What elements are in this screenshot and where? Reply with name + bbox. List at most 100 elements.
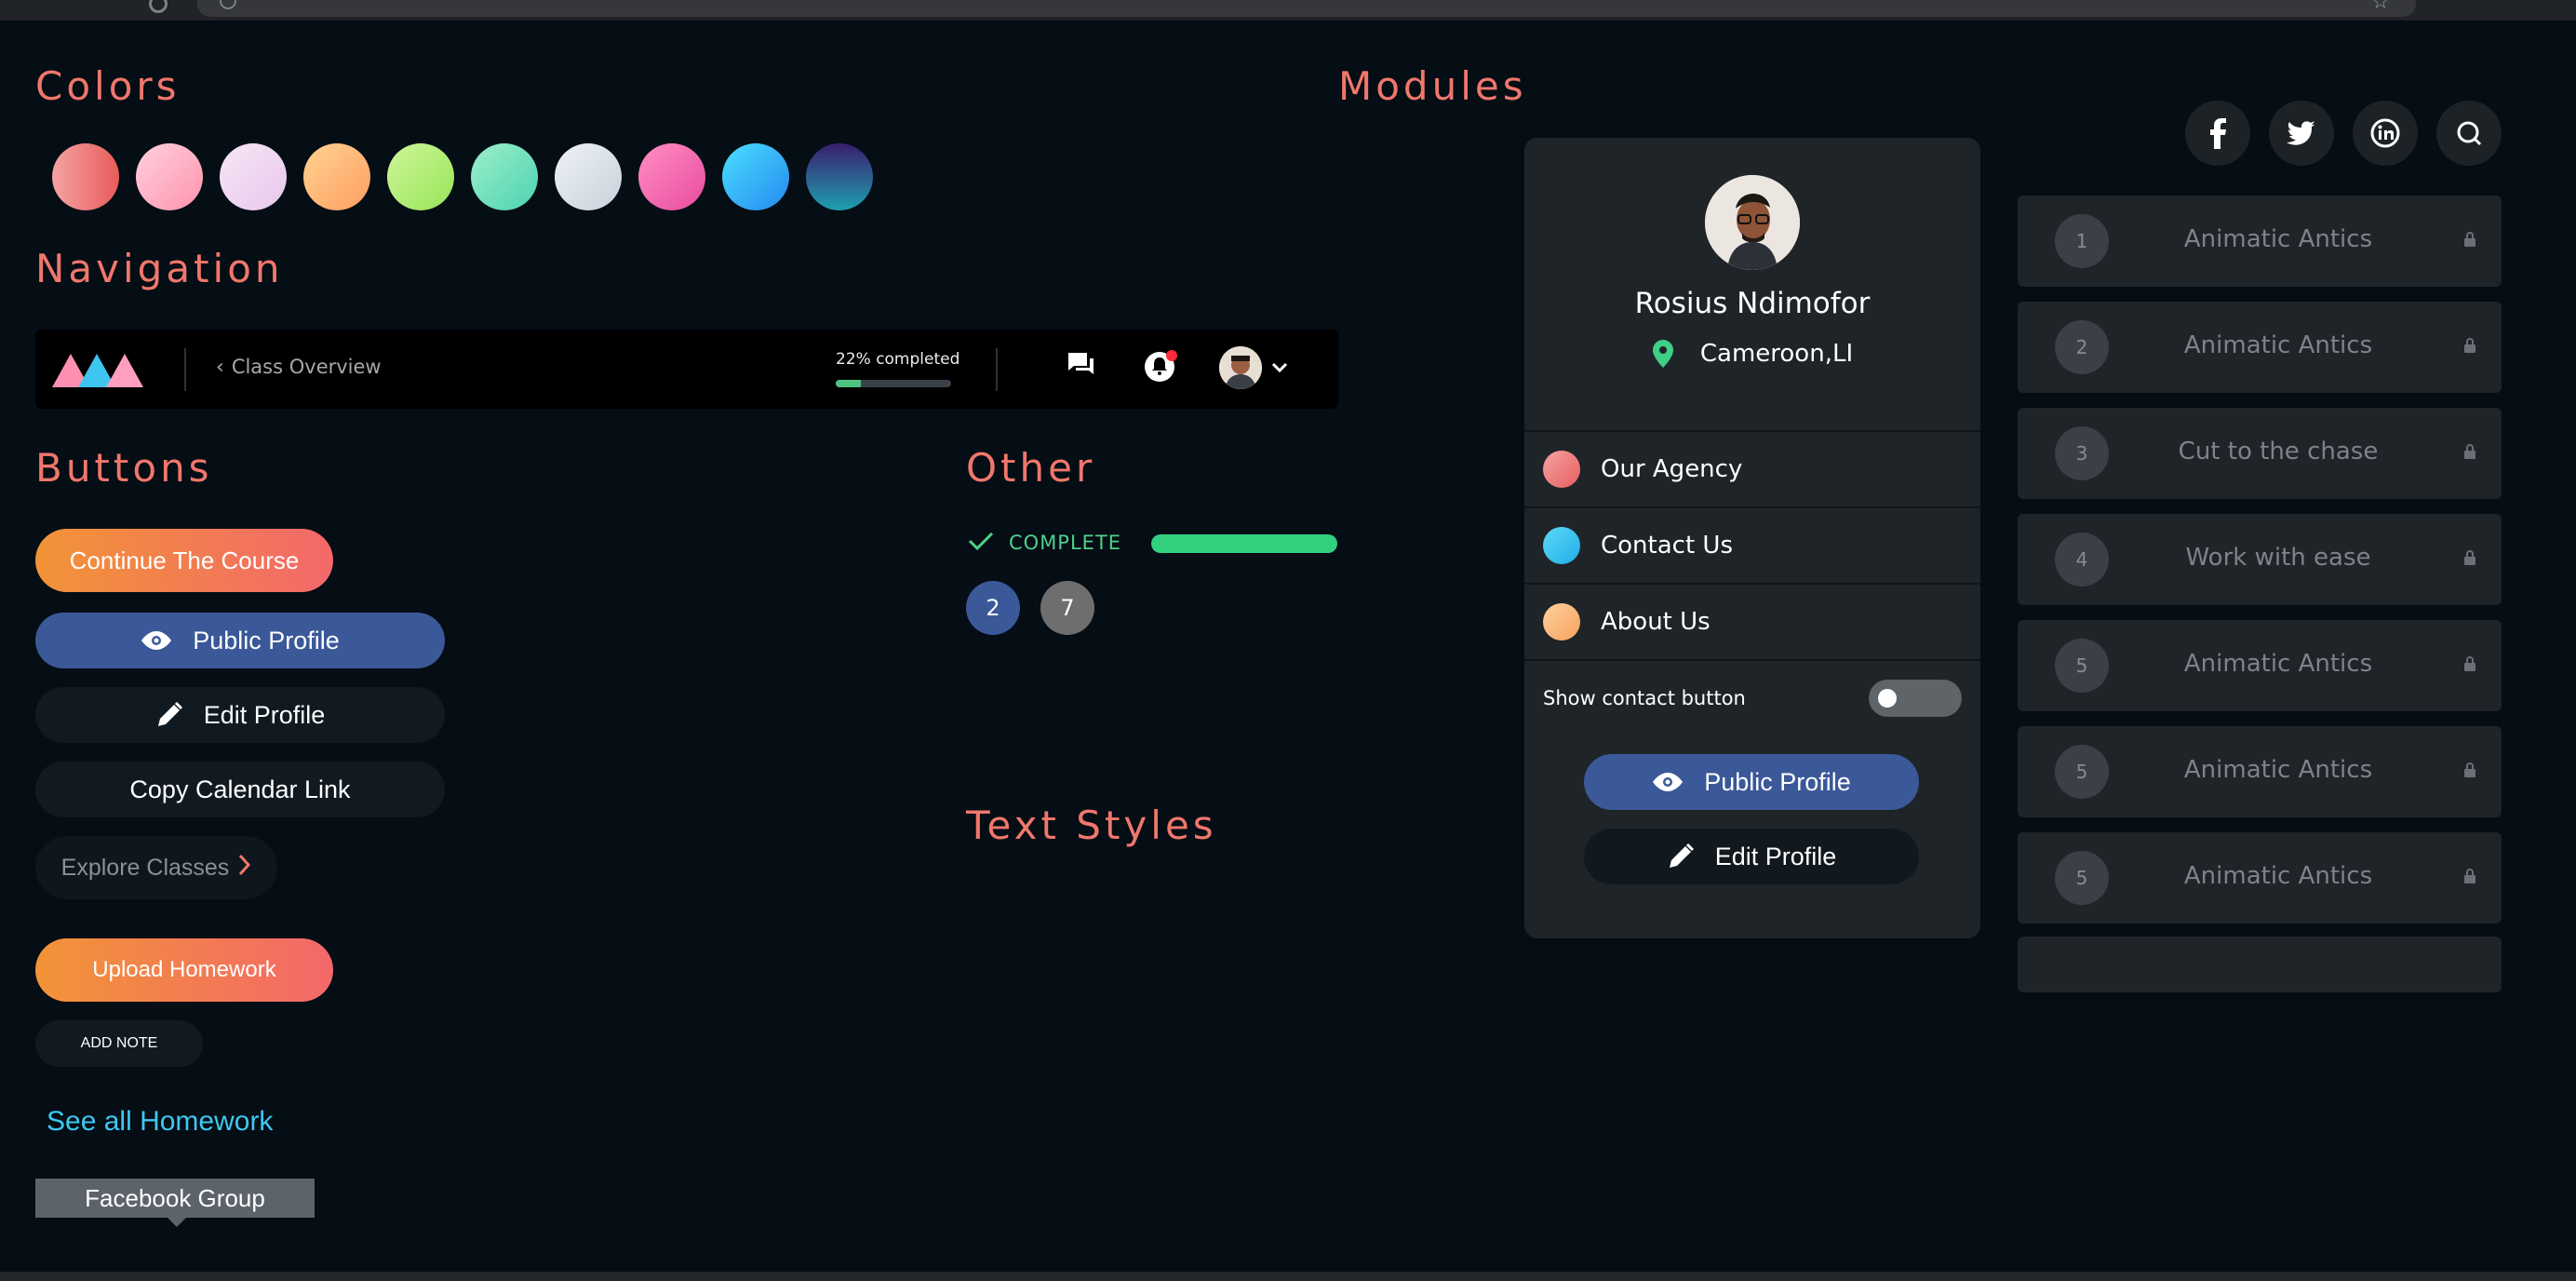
lesson-item[interactable]: 4 Work with ease [2018, 514, 2502, 605]
lock-icon [2462, 337, 2477, 357]
public-profile-label: Public Profile [193, 626, 340, 654]
menu-item-about-us[interactable]: About Us [1524, 583, 1980, 659]
color-swatch[interactable] [722, 143, 789, 210]
twitter-icon[interactable] [2269, 101, 2334, 166]
location-label: Cameroon,LI [1699, 340, 1854, 368]
bookmark-star-icon[interactable]: ☆ [2371, 0, 2390, 14]
lesson-number: 5 [2055, 639, 2109, 693]
tooltip-pointer [168, 1218, 186, 1227]
color-swatch[interactable] [387, 143, 454, 210]
copy-calendar-link-button[interactable]: Copy Calendar Link [35, 762, 445, 817]
brand-logo[interactable] [52, 352, 145, 393]
chevron-down-icon[interactable] [1271, 359, 1288, 377]
color-swatch[interactable] [471, 143, 538, 210]
menu-item-contact-us[interactable]: Contact Us [1524, 506, 1980, 583]
location-pin-icon [1652, 339, 1674, 369]
public-profile-button[interactable]: Public Profile [35, 613, 445, 668]
site-info-icon[interactable] [220, 0, 236, 9]
lesson-list-footer [2018, 937, 2502, 992]
add-note-button[interactable]: ADD NOTE [35, 1020, 203, 1067]
facebook-group-tooltip[interactable]: Facebook Group [35, 1179, 315, 1218]
lock-icon [2462, 549, 2477, 570]
upload-homework-label: Upload Homework [92, 957, 276, 982]
colors-title: Colors [35, 63, 181, 109]
lesson-title: Work with ease [2185, 544, 2371, 572]
continue-course-button[interactable]: Continue The Course [35, 529, 333, 592]
lock-icon [2462, 443, 2477, 464]
lesson-title: Animatic Antics [2183, 862, 2373, 890]
progress-label: 22% completed [836, 350, 960, 369]
lesson-number: 4 [2055, 533, 2109, 587]
lock-icon [2462, 868, 2477, 888]
card-public-profile-label: Public Profile [1704, 767, 1851, 796]
chat-icon[interactable] [1065, 350, 1096, 384]
explore-classes-button[interactable]: Explore Classes [35, 836, 277, 899]
lesson-title: Animatic Antics [2183, 650, 2373, 678]
search-icon[interactable] [2436, 101, 2502, 166]
toggle-knob [1878, 689, 1897, 708]
show-contact-row: Show contact button [1524, 659, 1980, 735]
address-bar[interactable] [197, 0, 2416, 17]
number-badge-blue[interactable]: 2 [966, 581, 1020, 635]
nav-divider [184, 348, 186, 391]
card-edit-profile-label: Edit Profile [1714, 842, 1837, 870]
menu-item-label: Our Agency [1601, 455, 1743, 483]
pencil-icon [1667, 843, 1695, 870]
lock-icon [2462, 655, 2477, 676]
color-swatch[interactable] [52, 143, 119, 210]
color-swatch[interactable] [555, 143, 622, 210]
reload-icon[interactable] [149, 0, 168, 13]
edit-profile-button[interactable]: Edit Profile [35, 687, 445, 743]
color-swatch[interactable] [220, 143, 287, 210]
number-badge-gray[interactable]: 7 [1040, 581, 1094, 635]
lesson-title: Animatic Antics [2183, 756, 2373, 784]
color-swatch[interactable] [136, 143, 203, 210]
menu-item-our-agency[interactable]: Our Agency [1524, 430, 1980, 506]
upload-homework-button[interactable]: Upload Homework [35, 938, 333, 1002]
lesson-item[interactable]: 5 Animatic Antics [2018, 726, 2502, 817]
color-swatch[interactable] [303, 143, 370, 210]
add-note-label: ADD NOTE [80, 1035, 158, 1051]
color-swatch[interactable] [806, 143, 873, 210]
lesson-item[interactable]: 3 Cut to the chase [2018, 408, 2502, 499]
lesson-item[interactable]: 5 Animatic Antics [2018, 832, 2502, 924]
lesson-title: Cut to the chase [2178, 438, 2379, 465]
complete-status: COMPLETE [968, 531, 1121, 555]
lesson-number: 3 [2055, 426, 2109, 480]
complete-label: COMPLETE [1009, 532, 1122, 554]
other-title: Other [966, 445, 1096, 491]
card-public-profile-button[interactable]: Public Profile [1584, 754, 1919, 810]
profile-location: Cameroon,LI [1524, 339, 1980, 369]
menu-dot-icon [1543, 603, 1580, 640]
checkmark-icon [968, 531, 994, 555]
continue-course-label: Continue The Course [69, 546, 300, 574]
buttons-title: Buttons [35, 445, 213, 491]
color-swatch[interactable] [638, 143, 705, 210]
facebook-icon[interactable] [2185, 101, 2250, 166]
lesson-title: Animatic Antics [2183, 225, 2373, 253]
lesson-item[interactable]: 1 Animatic Antics [2018, 196, 2502, 287]
linkedin-icon[interactable] [2353, 101, 2418, 166]
edit-profile-label: Edit Profile [203, 700, 326, 729]
lesson-number: 1 [2055, 214, 2109, 268]
window-bottom-edge [0, 1272, 2576, 1281]
menu-item-label: Contact Us [1601, 532, 1733, 560]
class-overview-link[interactable]: ‹ Class Overview [216, 356, 382, 379]
navigation-title: Navigation [35, 246, 284, 291]
modules-title: Modules [1338, 63, 1527, 109]
card-edit-profile-button[interactable]: Edit Profile [1584, 829, 1919, 884]
show-contact-toggle[interactable] [1869, 680, 1962, 717]
course-nav-bar: ‹ Class Overview 22% completed [35, 330, 1338, 409]
lock-icon [2462, 762, 2477, 782]
see-all-homework-link[interactable]: See all Homework [47, 1106, 273, 1138]
menu-item-label: About Us [1601, 608, 1711, 636]
progress-bar-fill [836, 380, 862, 387]
lesson-item[interactable]: 5 Animatic Antics [2018, 620, 2502, 711]
menu-dot-icon [1543, 451, 1580, 488]
notification-icon[interactable] [1143, 348, 1180, 389]
progress-bar [836, 380, 951, 387]
lesson-item[interactable]: 2 Animatic Antics [2018, 302, 2502, 393]
lesson-title: Animatic Antics [2183, 331, 2373, 359]
user-avatar[interactable] [1219, 346, 1262, 389]
lesson-number: 2 [2055, 320, 2109, 374]
